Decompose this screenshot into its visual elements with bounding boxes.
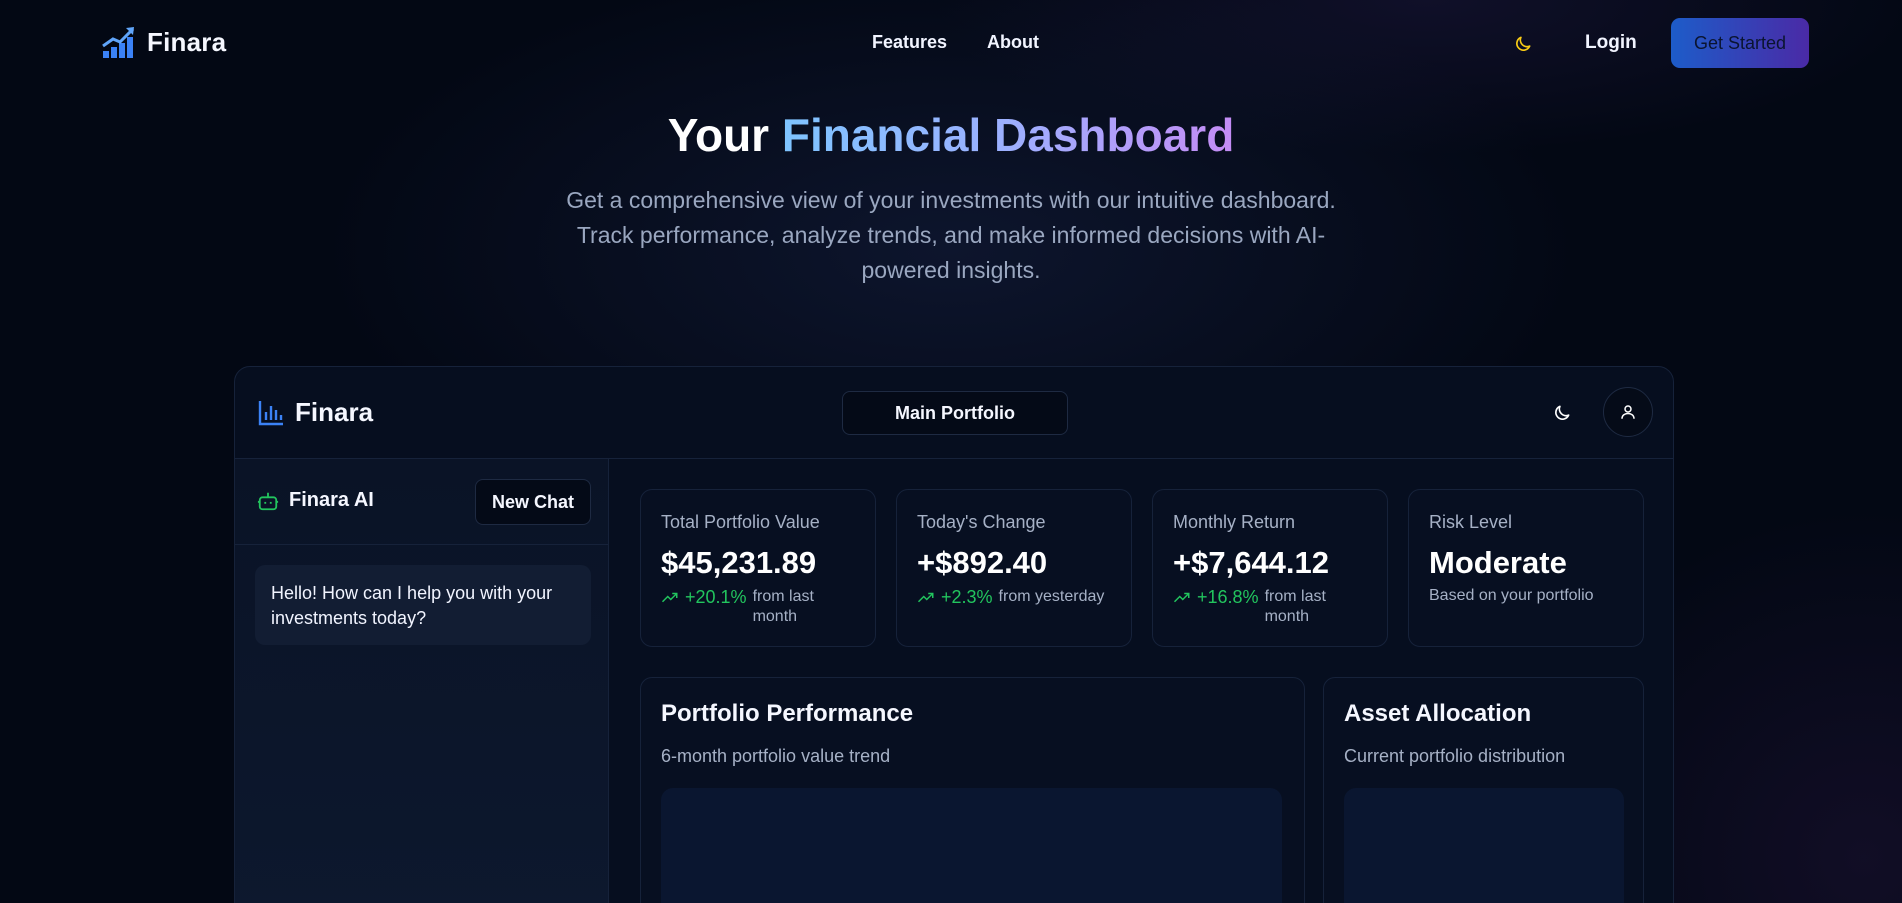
trend-note: from last month xyxy=(752,588,814,625)
moon-icon xyxy=(1555,405,1570,420)
hero-title-gradient: Financial Dashboard xyxy=(781,109,1235,161)
risk-note: Based on your portfolio xyxy=(1429,587,1594,604)
chat-sidebar: Finara AI New Chat Hello! How can I help… xyxy=(235,459,609,903)
dashboard-preview: Finara Main Portfolio Finara AI New Chat… xyxy=(234,366,1674,903)
stat-card-total-value: Total Portfolio Value $45,231.89 +20.1% … xyxy=(640,489,876,647)
trend-value: +16.8% xyxy=(1197,587,1259,607)
brand-name: Finara xyxy=(147,26,227,57)
stat-trend: +20.1% from last month xyxy=(661,587,855,627)
trending-up-icon xyxy=(917,592,934,603)
dashboard-header: Finara Main Portfolio xyxy=(235,367,1673,459)
theme-toggle-button[interactable] xyxy=(1509,30,1537,58)
panel-title: Portfolio Performance xyxy=(661,700,914,727)
stat-value: $45,231.89 xyxy=(661,545,817,580)
trend-note: from last month xyxy=(1264,588,1326,625)
top-navbar: Finara Features About Login Get Started xyxy=(0,0,1902,86)
stat-label: Today's Change xyxy=(917,512,1046,532)
stat-value: Moderate xyxy=(1429,545,1567,580)
stat-label: Monthly Return xyxy=(1173,512,1296,532)
chat-message-assistant: Hello! How can I help you with your inve… xyxy=(255,565,591,645)
panel-title: Asset Allocation xyxy=(1344,700,1532,727)
stat-value: +$7,644.12 xyxy=(1173,545,1330,580)
trending-up-icon xyxy=(1173,592,1190,603)
stat-trend: +16.8% from last month xyxy=(1173,587,1367,627)
trending-up-icon xyxy=(661,592,678,603)
new-chat-button[interactable]: New Chat xyxy=(475,479,591,525)
login-link[interactable]: Login xyxy=(1585,32,1637,54)
trending-up-bars-icon xyxy=(102,27,135,58)
trend-value: +20.1% xyxy=(685,587,747,607)
hero-subtitle: Get a comprehensive view of your investm… xyxy=(566,187,1336,283)
chat-title-label: Finara AI xyxy=(289,489,374,511)
stat-card-risk-level: Risk Level Moderate Based on your portfo… xyxy=(1408,489,1644,647)
bar-chart-icon xyxy=(258,400,283,425)
user-icon xyxy=(1621,405,1635,419)
stat-card-todays-change: Today's Change +$892.40 +2.3% from yeste… xyxy=(896,489,1132,647)
dashboard-brand-name: Finara xyxy=(295,397,374,427)
portfolio-performance-panel: Portfolio Performance 6-month portfolio … xyxy=(640,677,1305,903)
stat-label: Total Portfolio Value xyxy=(661,512,820,532)
user-menu-button[interactable] xyxy=(1603,387,1653,437)
hero-title: Your Financial Dashboard xyxy=(0,108,1902,162)
stat-value: +$892.40 xyxy=(917,545,1048,580)
portfolio-selector[interactable]: Main Portfolio xyxy=(842,391,1068,435)
dashboard-brand[interactable]: Finara xyxy=(257,397,373,428)
nav-links: Features About xyxy=(872,32,1039,53)
trend-value: +2.3% xyxy=(941,587,993,607)
asset-allocation-panel: Asset Allocation Current portfolio distr… xyxy=(1323,677,1644,903)
dashboard-theme-toggle[interactable] xyxy=(1549,400,1575,426)
get-started-button[interactable]: Get Started xyxy=(1671,18,1809,68)
brand[interactable]: Finara xyxy=(101,24,226,60)
chat-title: Finara AI xyxy=(257,489,374,512)
panel-subtitle: Current portfolio distribution xyxy=(1344,746,1566,766)
hero-title-plain: Your xyxy=(667,109,770,161)
chat-header: Finara AI New Chat xyxy=(235,459,609,545)
bot-icon xyxy=(257,492,279,510)
nav-link-about[interactable]: About xyxy=(987,32,1039,53)
performance-chart-area xyxy=(661,788,1282,903)
stat-label: Risk Level xyxy=(1429,512,1513,532)
panel-subtitle: 6-month portfolio value trend xyxy=(661,746,891,766)
moon-icon xyxy=(1516,36,1531,51)
nav-link-features[interactable]: Features xyxy=(872,32,947,53)
allocation-chart-area xyxy=(1344,788,1624,903)
trend-note: from yesterday xyxy=(998,588,1105,605)
stat-card-monthly-return: Monthly Return +$7,644.12 +16.8% from la… xyxy=(1152,489,1388,647)
stat-trend: +2.3% from yesterday xyxy=(917,587,1111,608)
